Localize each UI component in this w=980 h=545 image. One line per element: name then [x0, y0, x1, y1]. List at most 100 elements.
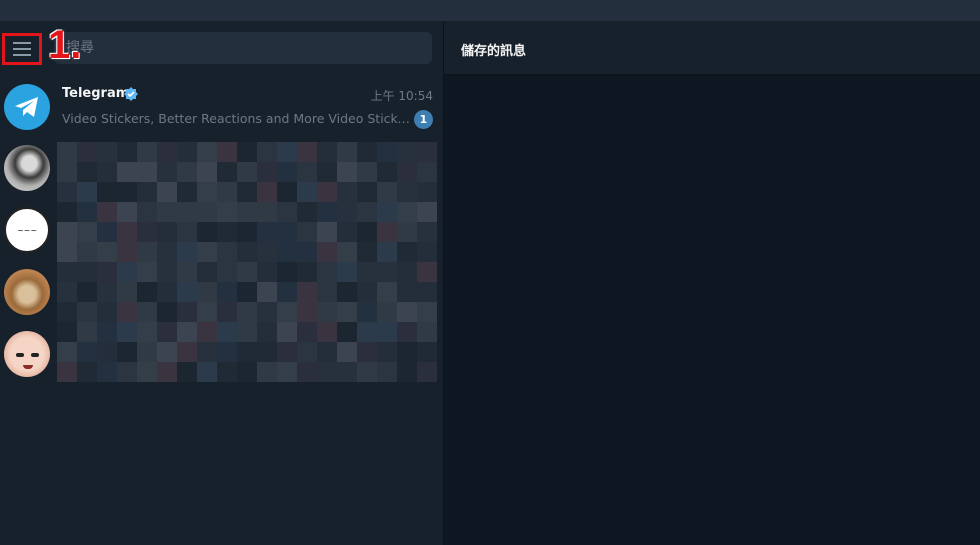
mosaic-cell — [277, 282, 297, 302]
mosaic-cell — [357, 302, 377, 322]
mosaic-cell — [277, 182, 297, 202]
chat-avatar-5[interactable] — [4, 331, 50, 377]
mosaic-cell — [217, 362, 237, 382]
mosaic-cell — [417, 162, 437, 182]
mosaic-cell — [177, 222, 197, 242]
mosaic-cell — [317, 362, 337, 382]
mosaic-cell — [257, 342, 277, 362]
step-annotation: 1. — [48, 23, 82, 67]
mosaic-cell — [117, 362, 137, 382]
mosaic-cell — [137, 282, 157, 302]
mosaic-cell — [137, 162, 157, 182]
mosaic-cell — [177, 242, 197, 262]
mosaic-cell — [337, 142, 357, 162]
mosaic-cell — [137, 202, 157, 222]
mosaic-cell — [137, 242, 157, 262]
mosaic-cell — [297, 162, 317, 182]
mosaic-cell — [157, 222, 177, 242]
mosaic-cell — [277, 142, 297, 162]
mosaic-cell — [117, 322, 137, 342]
mosaic-cell — [217, 242, 237, 262]
search-box[interactable] — [54, 32, 432, 64]
mosaic-cell — [277, 262, 297, 282]
mosaic-cell — [377, 242, 397, 262]
mosaic-cell — [77, 282, 97, 302]
mosaic-cell — [257, 162, 277, 182]
mosaic-cell — [97, 242, 117, 262]
mosaic-cell — [357, 322, 377, 342]
mosaic-cell — [177, 142, 197, 162]
mosaic-cell — [237, 182, 257, 202]
chat-avatar-2[interactable] — [4, 145, 50, 191]
mosaic-cell — [217, 262, 237, 282]
mosaic-cell — [77, 322, 97, 342]
mosaic-cell — [57, 262, 77, 282]
mosaic-cell — [217, 162, 237, 182]
mosaic-cell — [57, 322, 77, 342]
mosaic-cell — [237, 162, 257, 182]
mosaic-cell — [157, 182, 177, 202]
mosaic-cell — [197, 362, 217, 382]
mosaic-cell — [377, 302, 397, 322]
mosaic-cell — [217, 202, 237, 222]
mosaic-cell — [97, 262, 117, 282]
mosaic-cell — [357, 242, 377, 262]
mosaic-cell — [297, 282, 317, 302]
mosaic-cell — [137, 142, 157, 162]
mosaic-cell — [377, 342, 397, 362]
search-input[interactable] — [54, 32, 432, 64]
mosaic-cell — [97, 222, 117, 242]
mosaic-cell — [77, 342, 97, 362]
mosaic-cell — [397, 342, 417, 362]
mosaic-cell — [257, 322, 277, 342]
mosaic-cell — [397, 222, 417, 242]
mosaic-cell — [317, 242, 337, 262]
mosaic-cell — [417, 282, 437, 302]
mosaic-cell — [297, 262, 317, 282]
mosaic-cell — [217, 182, 237, 202]
mosaic-cell — [257, 262, 277, 282]
menu-button[interactable] — [2, 33, 42, 65]
mosaic-cell — [197, 342, 217, 362]
chat-preview: Video Stickers, Better Reactions and Mor… — [62, 111, 410, 126]
mosaic-cell — [117, 342, 137, 362]
mosaic-cell — [217, 142, 237, 162]
mosaic-cell — [297, 222, 317, 242]
mosaic-cell — [357, 342, 377, 362]
mosaic-cell — [317, 202, 337, 222]
mosaic-cell — [417, 302, 437, 322]
mosaic-cell — [397, 262, 417, 282]
mosaic-cell — [197, 282, 217, 302]
mosaic-cell — [77, 222, 97, 242]
chat-item-telegram[interactable]: Telegram 上午 10:54 Video Stickers, Better… — [0, 83, 443, 135]
unread-badge: 1 — [414, 110, 433, 129]
mosaic-cell — [237, 142, 257, 162]
mosaic-cell — [297, 202, 317, 222]
telegram-avatar — [4, 84, 50, 130]
mosaic-cell — [217, 342, 237, 362]
mosaic-cell — [177, 302, 197, 322]
mosaic-cell — [97, 162, 117, 182]
mosaic-cell — [77, 362, 97, 382]
obscured-chat-list — [57, 142, 437, 382]
mosaic-cell — [177, 322, 197, 342]
mosaic-cell — [397, 362, 417, 382]
mosaic-cell — [197, 182, 217, 202]
mosaic-cell — [357, 142, 377, 162]
mosaic-cell — [117, 202, 137, 222]
mosaic-cell — [197, 302, 217, 322]
mosaic-cell — [417, 342, 437, 362]
mosaic-cell — [397, 322, 417, 342]
mosaic-cell — [397, 182, 417, 202]
mosaic-cell — [97, 142, 117, 162]
chat-avatar-4[interactable] — [4, 269, 50, 315]
mosaic-cell — [137, 342, 157, 362]
telegram-plane-icon — [15, 97, 38, 117]
mosaic-cell — [217, 282, 237, 302]
mosaic-cell — [257, 302, 277, 322]
chat-avatar-3[interactable]: ~~~ — [4, 207, 50, 253]
verified-badge-icon — [124, 87, 138, 101]
mosaic-cell — [117, 142, 137, 162]
mosaic-cell — [197, 142, 217, 162]
mosaic-cell — [277, 302, 297, 322]
